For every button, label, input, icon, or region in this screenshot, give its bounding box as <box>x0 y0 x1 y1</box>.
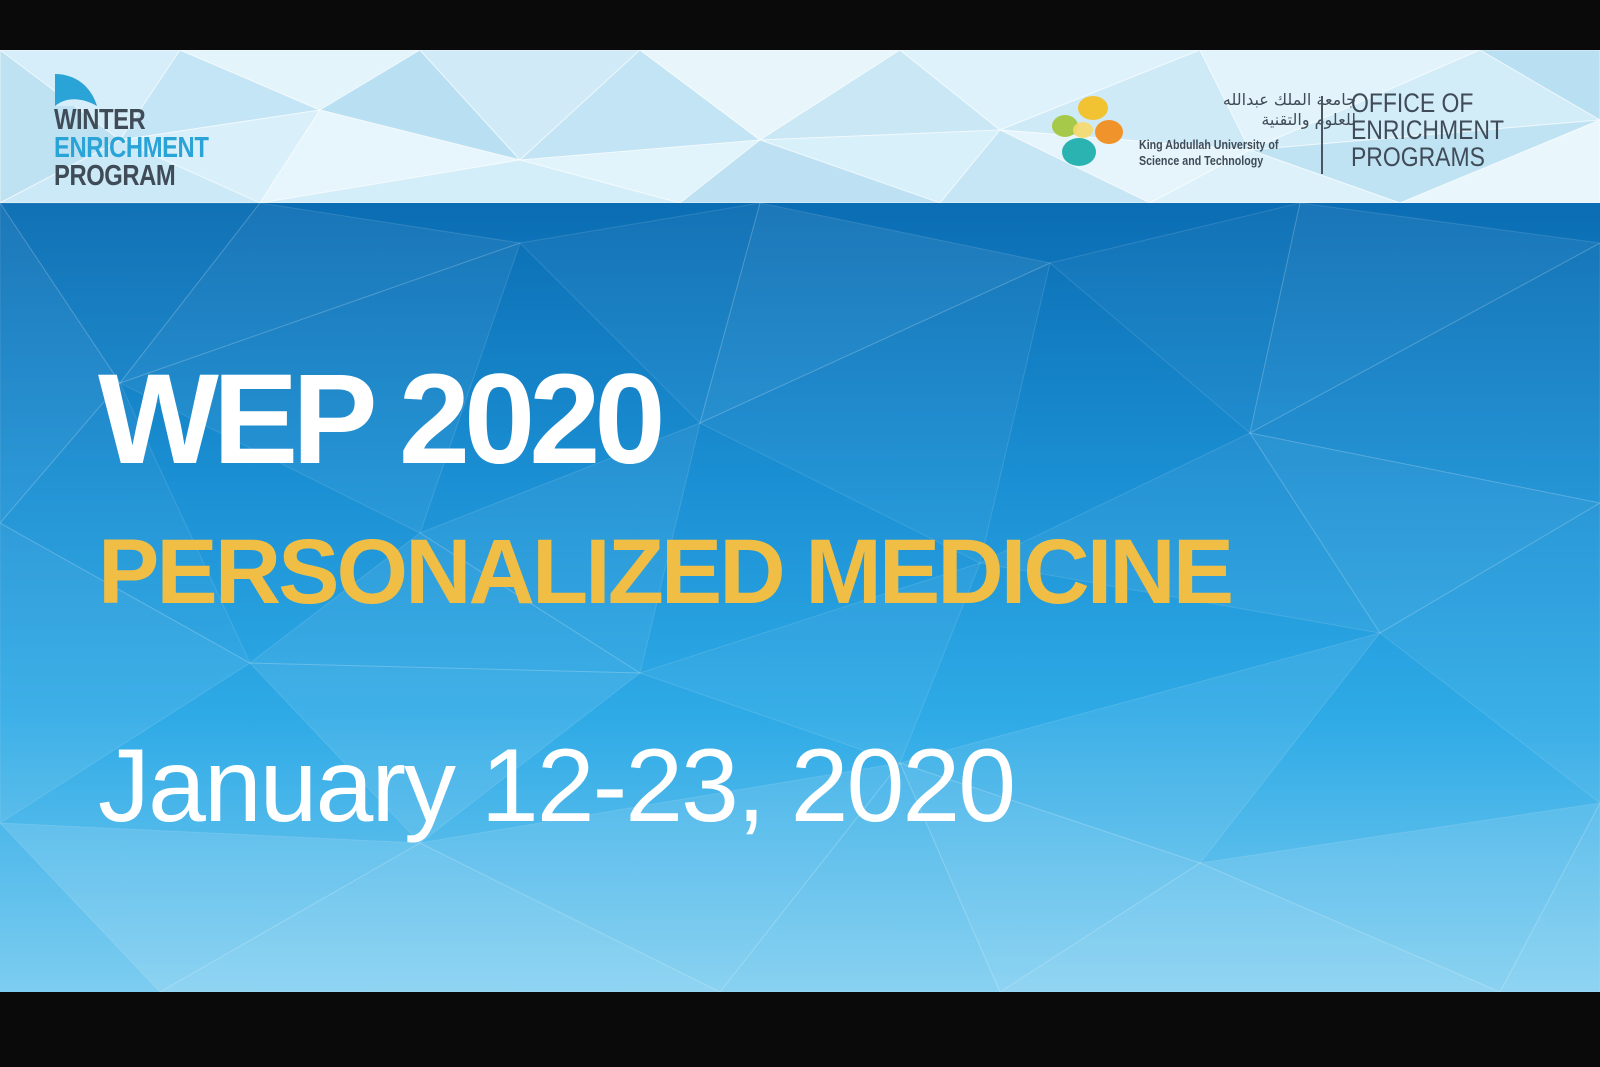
wave-arc-icon <box>55 74 97 106</box>
university-name-english: King Abdullah University of Science and … <box>1139 137 1336 169</box>
letterbox-top <box>0 0 1600 50</box>
event-dates: January 12-23, 2020 <box>98 728 1016 844</box>
logo-divider <box>1321 96 1323 174</box>
kaust-spheres-icon <box>1052 96 1123 166</box>
office-line3: PROGRAMS <box>1351 142 1485 172</box>
office-line1: OFFICE OF <box>1351 88 1474 118</box>
program-logo-line1: WINTER <box>54 104 146 136</box>
event-banner: WINTER ENRICHMENT PROGRAM جامعة الملك عب… <box>0 50 1600 992</box>
program-logo-line2: ENRICHMENT <box>54 132 209 164</box>
english-line1: King Abdullah University of <box>1139 137 1279 152</box>
english-line2: Science and Technology <box>1139 153 1264 168</box>
banner-header: WINTER ENRICHMENT PROGRAM جامعة الملك عب… <box>0 50 1600 203</box>
letterbox-bottom <box>0 992 1600 1067</box>
event-title: WEP 2020 <box>98 348 666 491</box>
winter-enrichment-program-logo: WINTER ENRICHMENT PROGRAM <box>50 72 270 192</box>
event-subtitle: PERSONALIZED MEDICINE <box>98 521 1234 623</box>
program-logo-line3: PROGRAM <box>54 160 176 192</box>
office-of-enrichment-programs: OFFICE OF ENRICHMENT PROGRAMS <box>1351 90 1504 171</box>
office-line2: ENRICHMENT <box>1351 115 1504 145</box>
kaust-logo: جامعة الملك عبدالله للعلوم والتقنية King… <box>1045 90 1565 190</box>
